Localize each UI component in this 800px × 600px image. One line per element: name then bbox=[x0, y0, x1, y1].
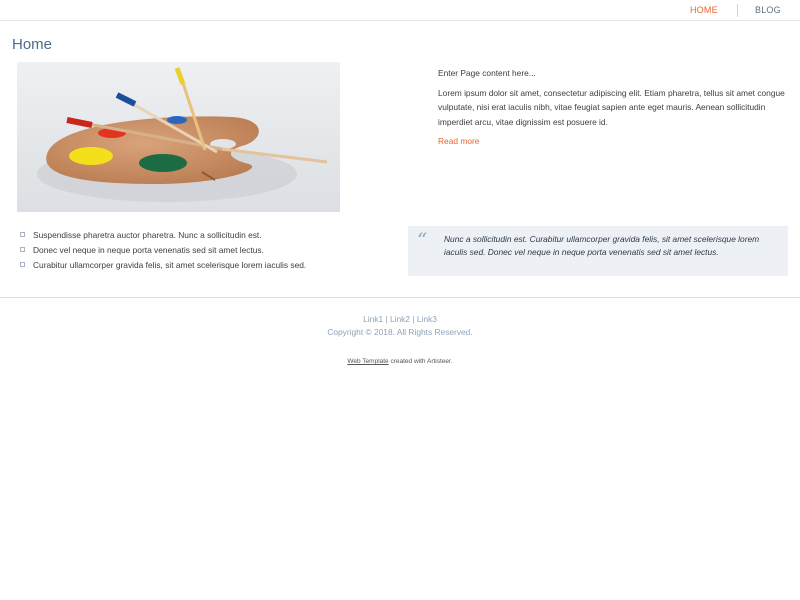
bullet-square-icon bbox=[20, 232, 25, 237]
list-item-text: Curabitur ullamcorper gravida felis, sit… bbox=[33, 260, 307, 270]
copyright-text: Copyright © 2018. All Rights Reserved. bbox=[327, 327, 473, 337]
footer-separator: | bbox=[412, 314, 415, 324]
quote-text: Nunc a sollicitudin est. Curabitur ullam… bbox=[444, 234, 760, 257]
nav-home-link[interactable]: HOME bbox=[690, 5, 718, 15]
footer-link-1[interactable]: Link1 bbox=[363, 314, 383, 324]
bullet-square-icon bbox=[20, 247, 25, 252]
footer-link-2[interactable]: Link2 bbox=[390, 314, 410, 324]
footer-separator: | bbox=[385, 314, 388, 324]
list-item-text: Suspendisse pharetra auctor pharetra. Nu… bbox=[33, 230, 262, 240]
nav-separator bbox=[737, 4, 738, 17]
nav-blog-link[interactable]: BLOG bbox=[755, 5, 781, 15]
list-item: Donec vel neque in neque porta venenatis… bbox=[20, 243, 380, 258]
top-navigation: HOME BLOG bbox=[0, 0, 800, 21]
palette-illustration bbox=[37, 67, 328, 202]
bullet-list: Suspendisse pharetra auctor pharetra. Nu… bbox=[20, 228, 380, 273]
quote-mark-icon: “ bbox=[417, 228, 428, 252]
content-body: Lorem ipsum dolor sit amet, consectetur … bbox=[438, 87, 785, 127]
blockquote: “ Nunc a sollicitudin est. Curabitur ull… bbox=[408, 226, 788, 276]
web-template-link[interactable]: Web Template bbox=[347, 358, 388, 365]
content-intro: Enter Page content here... bbox=[438, 68, 536, 78]
credit-text: created with Artisteer. bbox=[390, 358, 453, 365]
bullet-square-icon bbox=[20, 262, 25, 267]
palette-image bbox=[17, 62, 340, 212]
page-title: Home bbox=[12, 36, 53, 53]
list-item-text: Donec vel neque in neque porta venenatis… bbox=[33, 245, 264, 255]
footer-links: Link1 | Link2 | Link3 bbox=[0, 314, 800, 324]
footer-divider bbox=[0, 297, 800, 298]
read-more-link[interactable]: Read more bbox=[438, 134, 479, 149]
page-content: Enter Page content here... Lorem ipsum d… bbox=[438, 66, 786, 149]
list-item: Curabitur ullamcorper gravida felis, sit… bbox=[20, 258, 380, 273]
footer-link-3[interactable]: Link3 bbox=[417, 314, 437, 324]
list-item: Suspendisse pharetra auctor pharetra. Nu… bbox=[20, 228, 380, 243]
credit-line: Web Template created with Artisteer. bbox=[0, 358, 800, 365]
